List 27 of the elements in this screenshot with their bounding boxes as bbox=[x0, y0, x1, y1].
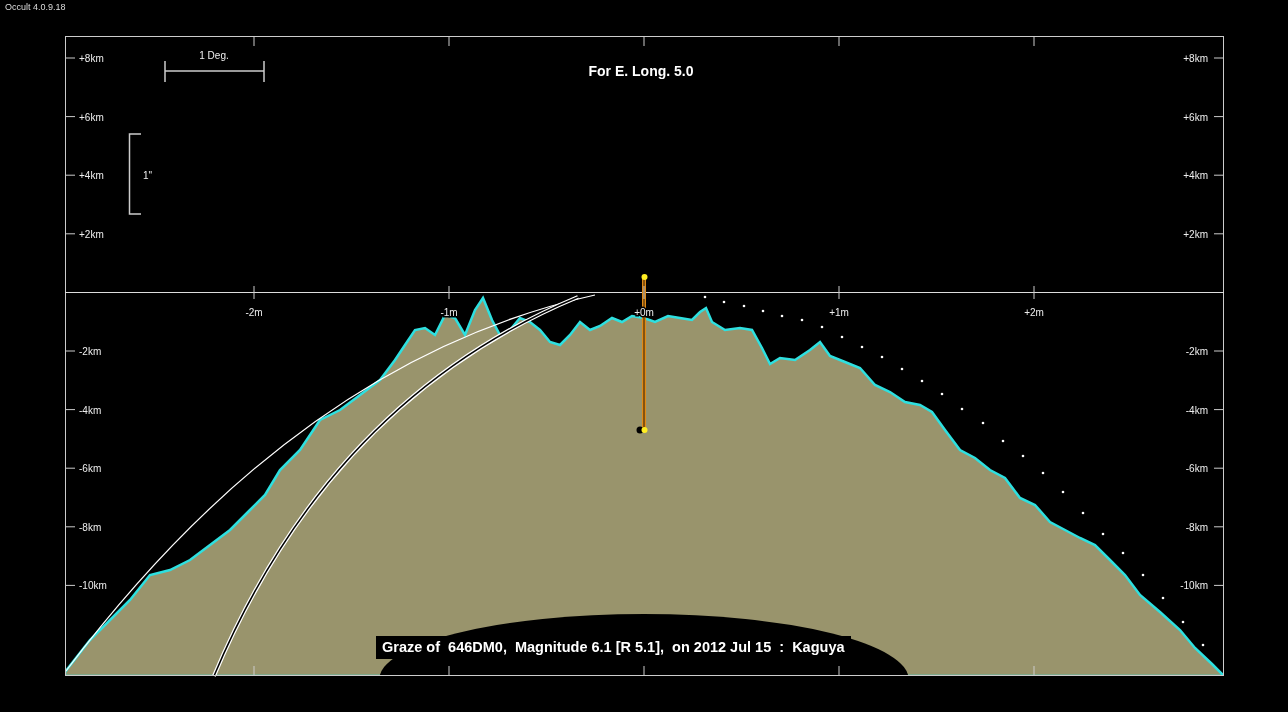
y-tick-label: +6km bbox=[1183, 111, 1208, 123]
scale-bar-label: 1 Deg. bbox=[199, 50, 229, 61]
x-tick-label: +2m bbox=[1024, 307, 1044, 318]
plot-title: For E. Long. 5.0 bbox=[588, 63, 694, 79]
plot-caption: Graze of 646DM0, Magnitude 6.1 [R 5.1], on 2012 Jul 15 : Kaguya bbox=[376, 636, 851, 659]
y-tick-label: -8km bbox=[79, 521, 102, 533]
y-tick-label: -4km bbox=[79, 404, 102, 416]
y-tick-label: -8km bbox=[1185, 521, 1208, 533]
y-tick-label: +2km bbox=[1183, 228, 1208, 240]
y-tick-label: +8km bbox=[79, 53, 104, 64]
scale-bracket-label: 1" bbox=[143, 170, 153, 181]
window-title: Occult 4.0.9.18 bbox=[4, 1, 67, 12]
y-tick-label: -10km bbox=[1180, 580, 1208, 592]
y-tick-label: -2km bbox=[79, 346, 102, 357]
y-tick-label: -6km bbox=[79, 463, 102, 475]
y-tick-label: +4km bbox=[1183, 170, 1208, 182]
y-tick-label: +4km bbox=[79, 170, 104, 182]
y-tick-label: +6km bbox=[79, 111, 104, 123]
y-tick-label: +2km bbox=[79, 228, 104, 240]
y-tick-label: -10km bbox=[79, 580, 107, 592]
x-tick-label: -1m bbox=[440, 307, 458, 318]
y-tick-label: -6km bbox=[1185, 463, 1208, 475]
x-tick-label: -2m bbox=[245, 307, 263, 318]
x-tick-label: +1m bbox=[829, 307, 849, 318]
y-tick-label: +8km bbox=[1183, 53, 1208, 64]
y-tick-label: -2km bbox=[1185, 346, 1208, 357]
y-tick-label: -4km bbox=[1185, 404, 1208, 416]
